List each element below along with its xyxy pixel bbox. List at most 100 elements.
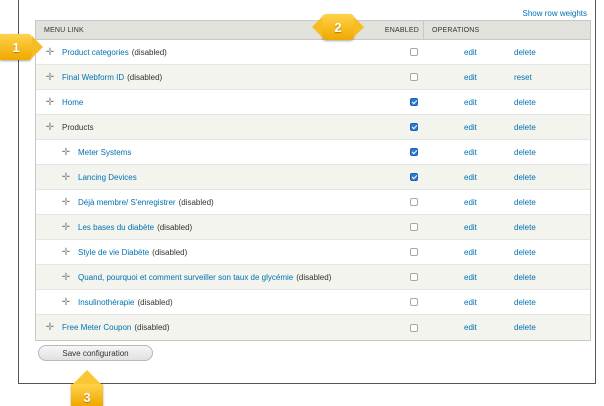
edit-link[interactable]: edit: [464, 173, 477, 182]
menu-link-status: (disabled): [152, 247, 188, 257]
delete-link[interactable]: delete: [514, 48, 536, 57]
menu-link-cell: ✛ Style de vie Diabète (disabled): [36, 246, 396, 258]
menu-link-cell: ✛ Lancing Devices: [36, 171, 396, 183]
menu-link-cell: ✛ Quand, pourquoi et comment surveiller s…: [36, 271, 396, 283]
drag-handle-icon[interactable]: ✛: [44, 46, 56, 58]
operation-cell: reset: [514, 73, 532, 82]
callout-3-label: 3: [83, 389, 91, 405]
edit-cell: edit: [432, 298, 514, 307]
edit-cell: edit: [432, 248, 514, 257]
delete-link[interactable]: delete: [514, 248, 536, 257]
menu-link-cell: ✛ Product categories (disabled): [36, 46, 396, 58]
delete-link[interactable]: delete: [514, 298, 536, 307]
edit-link[interactable]: edit: [464, 148, 477, 157]
enabled-checkbox[interactable]: [410, 298, 418, 306]
show-row-weights-link[interactable]: Show row weights: [523, 9, 587, 18]
drag-handle-icon[interactable]: ✛: [60, 221, 72, 233]
enabled-cell: [396, 198, 432, 206]
edit-cell: edit: [432, 223, 514, 232]
menu-link-title[interactable]: Déjà membre/ S'enregistrer: [78, 198, 176, 207]
menu-link-cell: ✛ Final Webform ID (disabled): [36, 71, 396, 83]
menu-link-title: Products: [62, 122, 94, 132]
table-row: ✛ Product categories (disabled) edit delete: [36, 40, 590, 65]
delete-link[interactable]: delete: [514, 198, 536, 207]
delete-link[interactable]: delete: [514, 148, 536, 157]
enabled-checkbox[interactable]: [410, 123, 418, 131]
menu-link-status: (disabled): [296, 272, 332, 282]
edit-link[interactable]: edit: [464, 323, 477, 332]
drag-handle-icon[interactable]: ✛: [44, 96, 56, 108]
edit-link[interactable]: edit: [464, 123, 477, 132]
menu-link-title[interactable]: Les bases du diabète: [78, 223, 154, 232]
enabled-checkbox[interactable]: [410, 98, 418, 106]
edit-cell: edit: [432, 73, 514, 82]
operation-cell: delete: [514, 248, 536, 257]
edit-link[interactable]: edit: [464, 48, 477, 57]
edit-cell: edit: [432, 273, 514, 282]
enabled-cell: [396, 273, 432, 281]
enabled-checkbox[interactable]: [410, 148, 418, 156]
menu-link-title[interactable]: Home: [62, 98, 83, 107]
enabled-cell: [396, 173, 432, 181]
table-body: ✛ Product categories (disabled) edit delete ✛…: [36, 40, 590, 340]
operation-cell: delete: [514, 223, 536, 232]
menu-links-table: MENU LINK ENABLED OPERATIONS ✛ Product ca…: [35, 20, 591, 341]
menu-link-status: (disabled): [157, 222, 193, 232]
drag-handle-icon[interactable]: ✛: [60, 271, 72, 283]
callout-2: 2: [312, 14, 364, 40]
enabled-checkbox[interactable]: [410, 248, 418, 256]
table-row: ✛ Lancing Devices edit delete: [36, 165, 590, 190]
enabled-checkbox[interactable]: [410, 73, 418, 81]
edit-link[interactable]: edit: [464, 248, 477, 257]
menu-link-title[interactable]: Insulinothérapie: [78, 298, 134, 307]
enabled-cell: [396, 248, 432, 256]
reset-link[interactable]: reset: [514, 73, 532, 82]
delete-link[interactable]: delete: [514, 223, 536, 232]
operation-cell: delete: [514, 273, 536, 282]
menu-link-title[interactable]: Final Webform ID: [62, 73, 124, 82]
delete-link[interactable]: delete: [514, 123, 536, 132]
edit-link[interactable]: edit: [464, 73, 477, 82]
drag-handle-icon[interactable]: ✛: [60, 246, 72, 258]
enabled-checkbox[interactable]: [410, 173, 418, 181]
delete-link[interactable]: delete: [514, 273, 536, 282]
menu-link-title[interactable]: Product categories: [62, 48, 129, 57]
edit-link[interactable]: edit: [464, 273, 477, 282]
callout-3: 3: [71, 370, 103, 406]
drag-handle-icon[interactable]: ✛: [44, 322, 56, 334]
delete-link[interactable]: delete: [514, 323, 536, 332]
edit-link[interactable]: edit: [464, 223, 477, 232]
edit-link[interactable]: edit: [464, 198, 477, 207]
enabled-checkbox[interactable]: [410, 273, 418, 281]
menu-link-title[interactable]: Style de vie Diabète: [78, 248, 149, 257]
drag-handle-icon[interactable]: ✛: [44, 121, 56, 133]
column-header-operations: OPERATIONS: [432, 26, 480, 34]
delete-link[interactable]: delete: [514, 98, 536, 107]
drag-handle-icon[interactable]: ✛: [44, 71, 56, 83]
menu-link-title[interactable]: Lancing Devices: [78, 173, 137, 182]
menu-link-title[interactable]: Quand, pourquoi et comment surveiller so…: [78, 273, 293, 282]
table-row: ✛ Final Webform ID (disabled) edit reset: [36, 65, 590, 90]
menu-link-title[interactable]: Meter Systems: [78, 148, 131, 157]
drag-handle-icon[interactable]: ✛: [60, 196, 72, 208]
menu-link-title[interactable]: Free Meter Coupon: [62, 323, 131, 332]
drag-handle-icon[interactable]: ✛: [60, 171, 72, 183]
drag-handle-icon[interactable]: ✛: [60, 146, 72, 158]
menu-link-status: (disabled): [137, 297, 173, 307]
enabled-checkbox[interactable]: [410, 223, 418, 231]
enabled-checkbox[interactable]: [410, 198, 418, 206]
operation-cell: delete: [514, 48, 536, 57]
menu-link-cell: ✛ Free Meter Coupon (disabled): [36, 322, 396, 334]
enabled-cell: [396, 323, 432, 332]
operation-cell: delete: [514, 98, 536, 107]
drag-handle-icon[interactable]: ✛: [60, 296, 72, 308]
table-row: ✛ Free Meter Coupon (disabled) edit delete: [36, 315, 590, 340]
save-configuration-button[interactable]: Save configuration: [38, 345, 153, 361]
enabled-cell: [396, 98, 432, 106]
edit-link[interactable]: edit: [464, 298, 477, 307]
edit-link[interactable]: edit: [464, 98, 477, 107]
enabled-checkbox[interactable]: [410, 323, 418, 332]
enabled-checkbox[interactable]: [410, 48, 418, 56]
menu-link-status: (disabled): [178, 197, 214, 207]
delete-link[interactable]: delete: [514, 173, 536, 182]
